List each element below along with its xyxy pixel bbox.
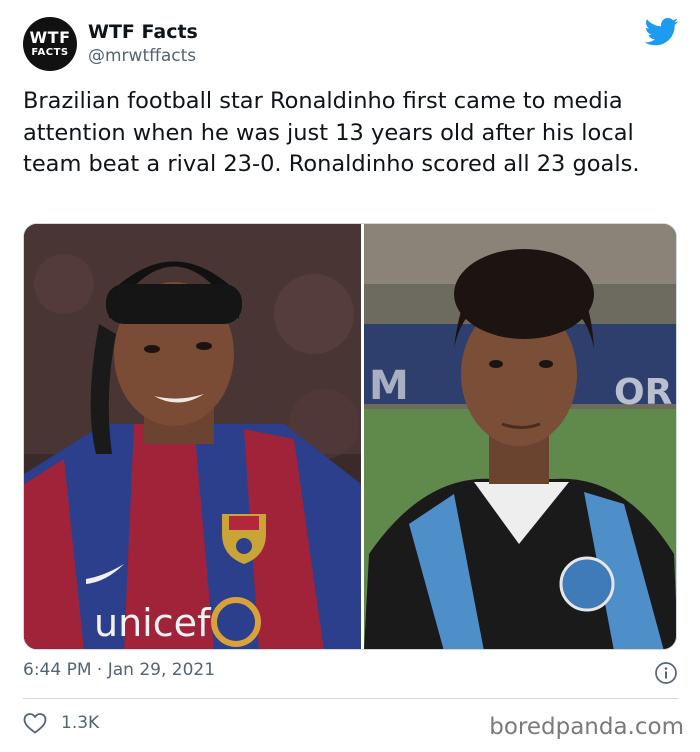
tweet-timestamp[interactable]: 6:44 PM · Jan 29, 2021 bbox=[23, 660, 215, 680]
left-photo: unicef bbox=[24, 224, 361, 649]
tweet-text: Brazilian football star Ronaldinho first… bbox=[23, 88, 640, 177]
watermark: boredpanda.com bbox=[489, 714, 684, 740]
avatar[interactable]: WTF FACTS bbox=[23, 17, 77, 71]
author-handle[interactable]: @mrwtffacts bbox=[88, 46, 196, 66]
twitter-bird-icon bbox=[645, 18, 679, 46]
like-count: 1.3K bbox=[61, 713, 100, 733]
divider bbox=[23, 698, 678, 699]
heart-icon bbox=[23, 713, 47, 734]
shirt-sponsor-text: unicef bbox=[94, 601, 212, 645]
info-icon[interactable] bbox=[654, 661, 678, 685]
tweet-media[interactable]: unicef M OR bbox=[23, 223, 677, 650]
svg-text:OR: OR bbox=[614, 372, 672, 413]
like-button[interactable]: 1.3K bbox=[23, 710, 99, 736]
avatar-text-line2: FACTS bbox=[31, 47, 69, 58]
author-display-name[interactable]: WTF Facts bbox=[88, 21, 198, 43]
tweet-card: WTF FACTS WTF Facts @mrwtffacts Brazilia… bbox=[0, 0, 700, 752]
avatar-text-line1: WTF bbox=[29, 28, 71, 47]
media-photo-pair: unicef M OR bbox=[24, 224, 676, 649]
right-photo: M OR bbox=[364, 224, 676, 649]
svg-text:M: M bbox=[369, 363, 409, 409]
